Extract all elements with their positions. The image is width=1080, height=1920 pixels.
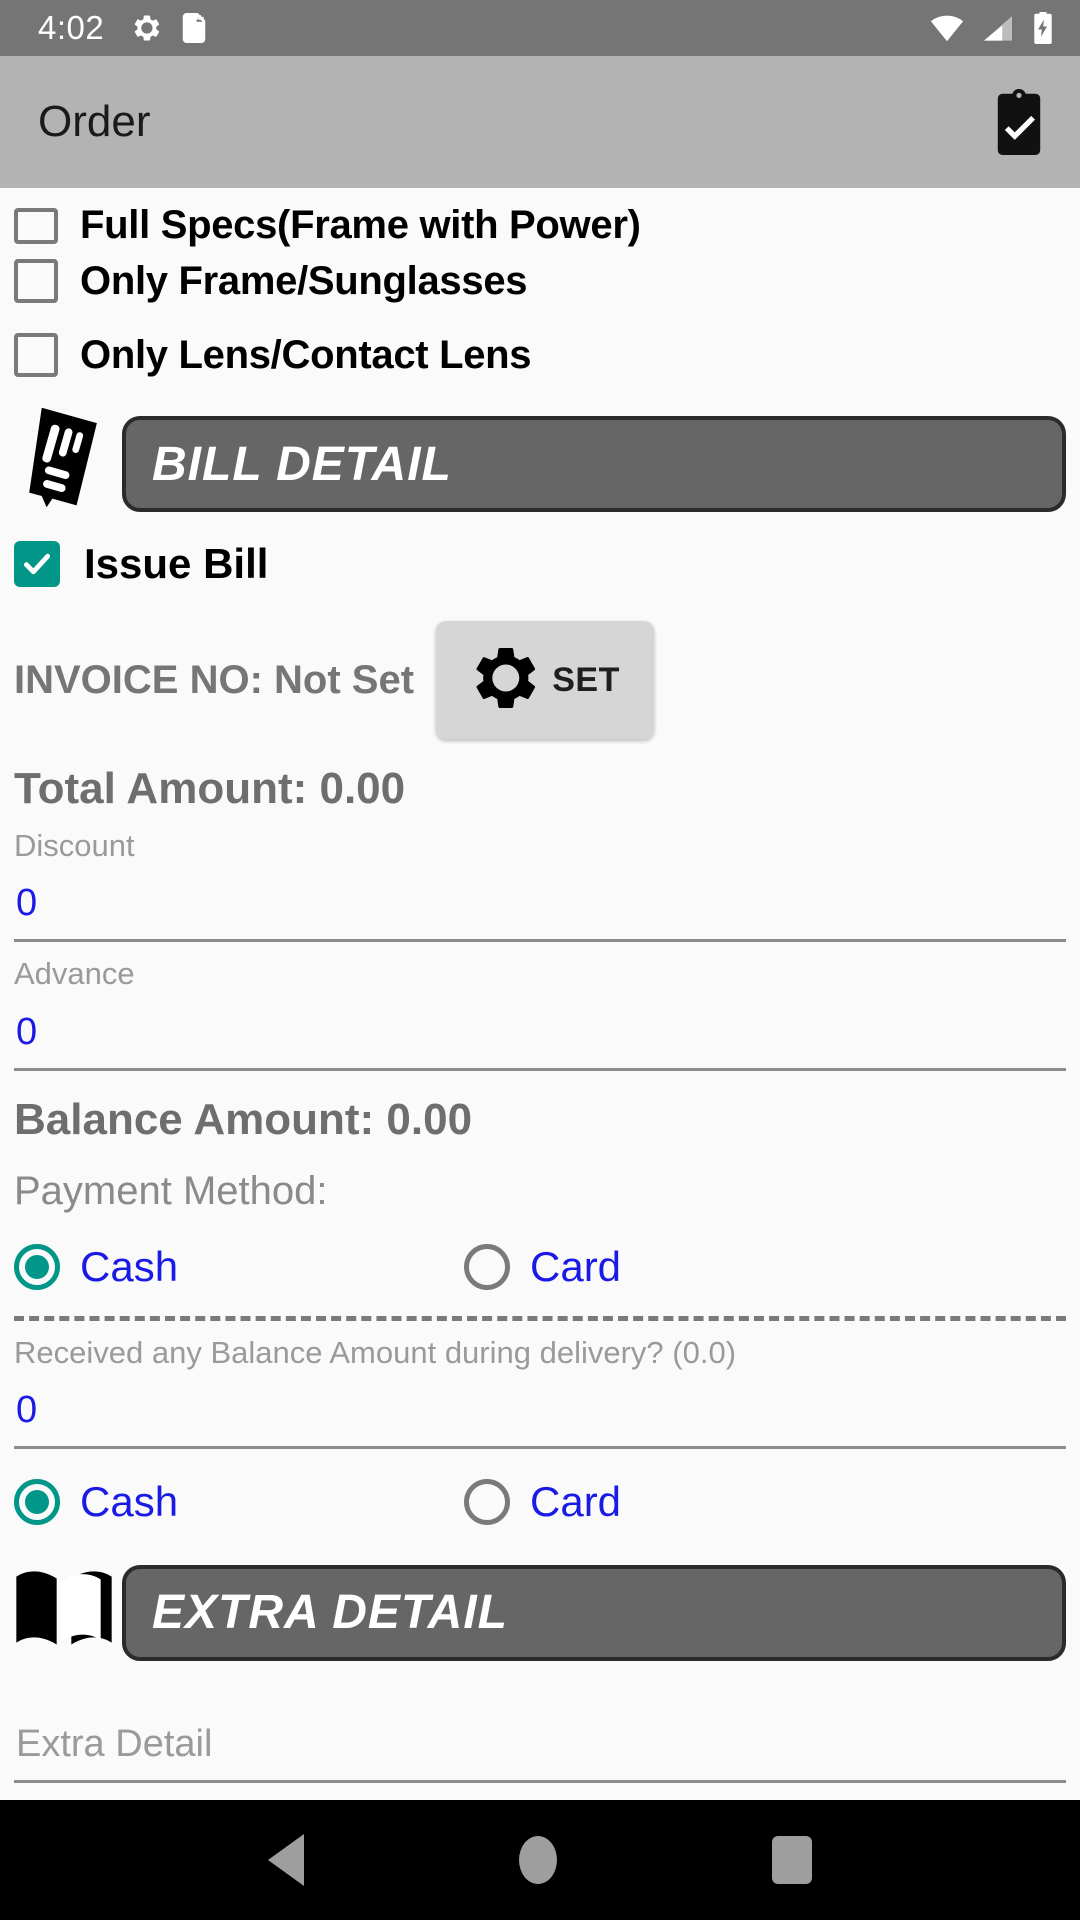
open-book-icon	[4, 1547, 124, 1665]
delivery-payment-option-card[interactable]: Card	[464, 1478, 621, 1526]
receipt-icon	[4, 398, 124, 516]
gear-icon	[470, 642, 542, 719]
phone-screen: 4:02 Order Full Specs(Frame with Power) …	[0, 0, 1080, 1920]
back-triangle-icon[interactable]	[267, 1834, 304, 1886]
order-type-label: Only Frame/Sunglasses	[80, 258, 528, 303]
issue-bill-label: Issue Bill	[84, 540, 269, 587]
status-bar-clock: 4:02	[38, 9, 105, 46]
invoice-number-text: INVOICE NO: Not Set	[14, 657, 415, 702]
payment-method-label: Payment Method:	[14, 1168, 328, 1213]
payment-option-label: Card	[530, 1242, 622, 1290]
extra-detail-title: EXTRA DETAIL	[152, 1586, 508, 1640]
status-bar: 4:02	[0, 0, 1080, 56]
android-nav-bar	[0, 1800, 1080, 1920]
app-bar: Order	[0, 56, 1080, 188]
order-type-option-full-specs[interactable]: Full Specs(Frame with Power)	[14, 188, 1066, 247]
discount-label: Discount	[14, 828, 135, 863]
set-invoice-button[interactable]: SET	[436, 621, 655, 739]
checkbox-unchecked-icon[interactable]	[14, 333, 58, 377]
radio-selected-icon[interactable]	[14, 1243, 60, 1290]
advance-value: 0	[16, 1010, 38, 1053]
payment-option-label: Cash	[80, 1242, 179, 1290]
bill-detail-bar: BILL DETAIL	[122, 416, 1066, 512]
balance-amount-text: Balance Amount: 0.00	[14, 1094, 473, 1144]
recents-square-icon[interactable]	[772, 1836, 813, 1884]
discount-input[interactable]: 0	[14, 866, 1066, 943]
section-divider	[14, 1315, 1066, 1321]
order-type-label: Only Lens/Contact Lens	[80, 332, 532, 377]
order-form: Full Specs(Frame with Power) Only Frame/…	[0, 188, 1080, 1800]
advance-input[interactable]: 0	[14, 995, 1066, 1071]
checkbox-unchecked-icon[interactable]	[14, 208, 58, 244]
delivery-payment-option-cash[interactable]: Cash	[14, 1478, 464, 1526]
order-type-option-only-lens[interactable]: Only Lens/Contact Lens	[14, 318, 1066, 392]
extra-detail-placeholder: Extra Detail	[16, 1722, 213, 1765]
radio-selected-icon[interactable]	[14, 1478, 60, 1525]
payment-option-card[interactable]: Card	[464, 1243, 621, 1291]
checkbox-checked-icon[interactable]	[14, 541, 60, 587]
delivery-payment-option-label: Card	[530, 1477, 622, 1525]
checkbox-unchecked-icon[interactable]	[14, 259, 58, 303]
advance-field: Advance 0	[14, 954, 1066, 1071]
extra-detail-field: Extra Detail	[14, 1707, 1066, 1783]
battery-charging-icon	[1032, 12, 1054, 44]
radio-unselected-icon[interactable]	[464, 1478, 510, 1525]
bill-detail-section-header: BILL DETAIL	[14, 407, 1066, 514]
extra-detail-bar: EXTRA DETAIL	[122, 1564, 1066, 1661]
advance-label: Advance	[14, 956, 135, 992]
extra-detail-input[interactable]: Extra Detail	[14, 1707, 1066, 1783]
payment-method-radio-group: Cash Card	[14, 1228, 1066, 1306]
issue-bill-checkbox-row[interactable]: Issue Bill	[14, 534, 1066, 594]
page-title: Order	[38, 97, 151, 146]
discount-field: Discount 0	[14, 826, 1066, 943]
radio-unselected-icon[interactable]	[464, 1243, 510, 1290]
total-amount-text: Total Amount: 0.00	[14, 764, 406, 813]
delivery-balance-value: 0	[16, 1388, 38, 1431]
payment-option-cash[interactable]: Cash	[14, 1243, 464, 1291]
set-button-label: SET	[552, 660, 620, 699]
delivery-payment-radio-group: Cash Card	[14, 1463, 1066, 1541]
gear-icon	[132, 13, 162, 43]
cellular-signal-icon	[982, 14, 1014, 42]
wifi-icon	[930, 14, 964, 42]
delivery-balance-input[interactable]: 0	[14, 1373, 1066, 1449]
extra-detail-section-header: EXTRA DETAIL	[14, 1563, 1066, 1663]
bill-detail-title: BILL DETAIL	[152, 437, 452, 491]
invoice-row: INVOICE NO: Not Set SET	[14, 620, 1066, 740]
delivery-balance-field: Received any Balance Amount during deliv…	[14, 1333, 1066, 1449]
discount-value: 0	[16, 882, 38, 925]
status-bar-right-icons	[930, 12, 1054, 44]
status-bar-left-icons	[132, 13, 206, 43]
delivery-payment-option-label: Cash	[80, 1477, 179, 1525]
sd-card-icon	[182, 13, 206, 43]
clipboard-check-icon[interactable]	[988, 87, 1050, 157]
home-circle-icon[interactable]	[518, 1836, 557, 1884]
order-type-option-only-frame[interactable]: Only Frame/Sunglasses	[14, 244, 1066, 318]
order-type-label: Full Specs(Frame with Power)	[80, 203, 641, 247]
delivery-balance-label: Received any Balance Amount during deliv…	[14, 1334, 737, 1370]
